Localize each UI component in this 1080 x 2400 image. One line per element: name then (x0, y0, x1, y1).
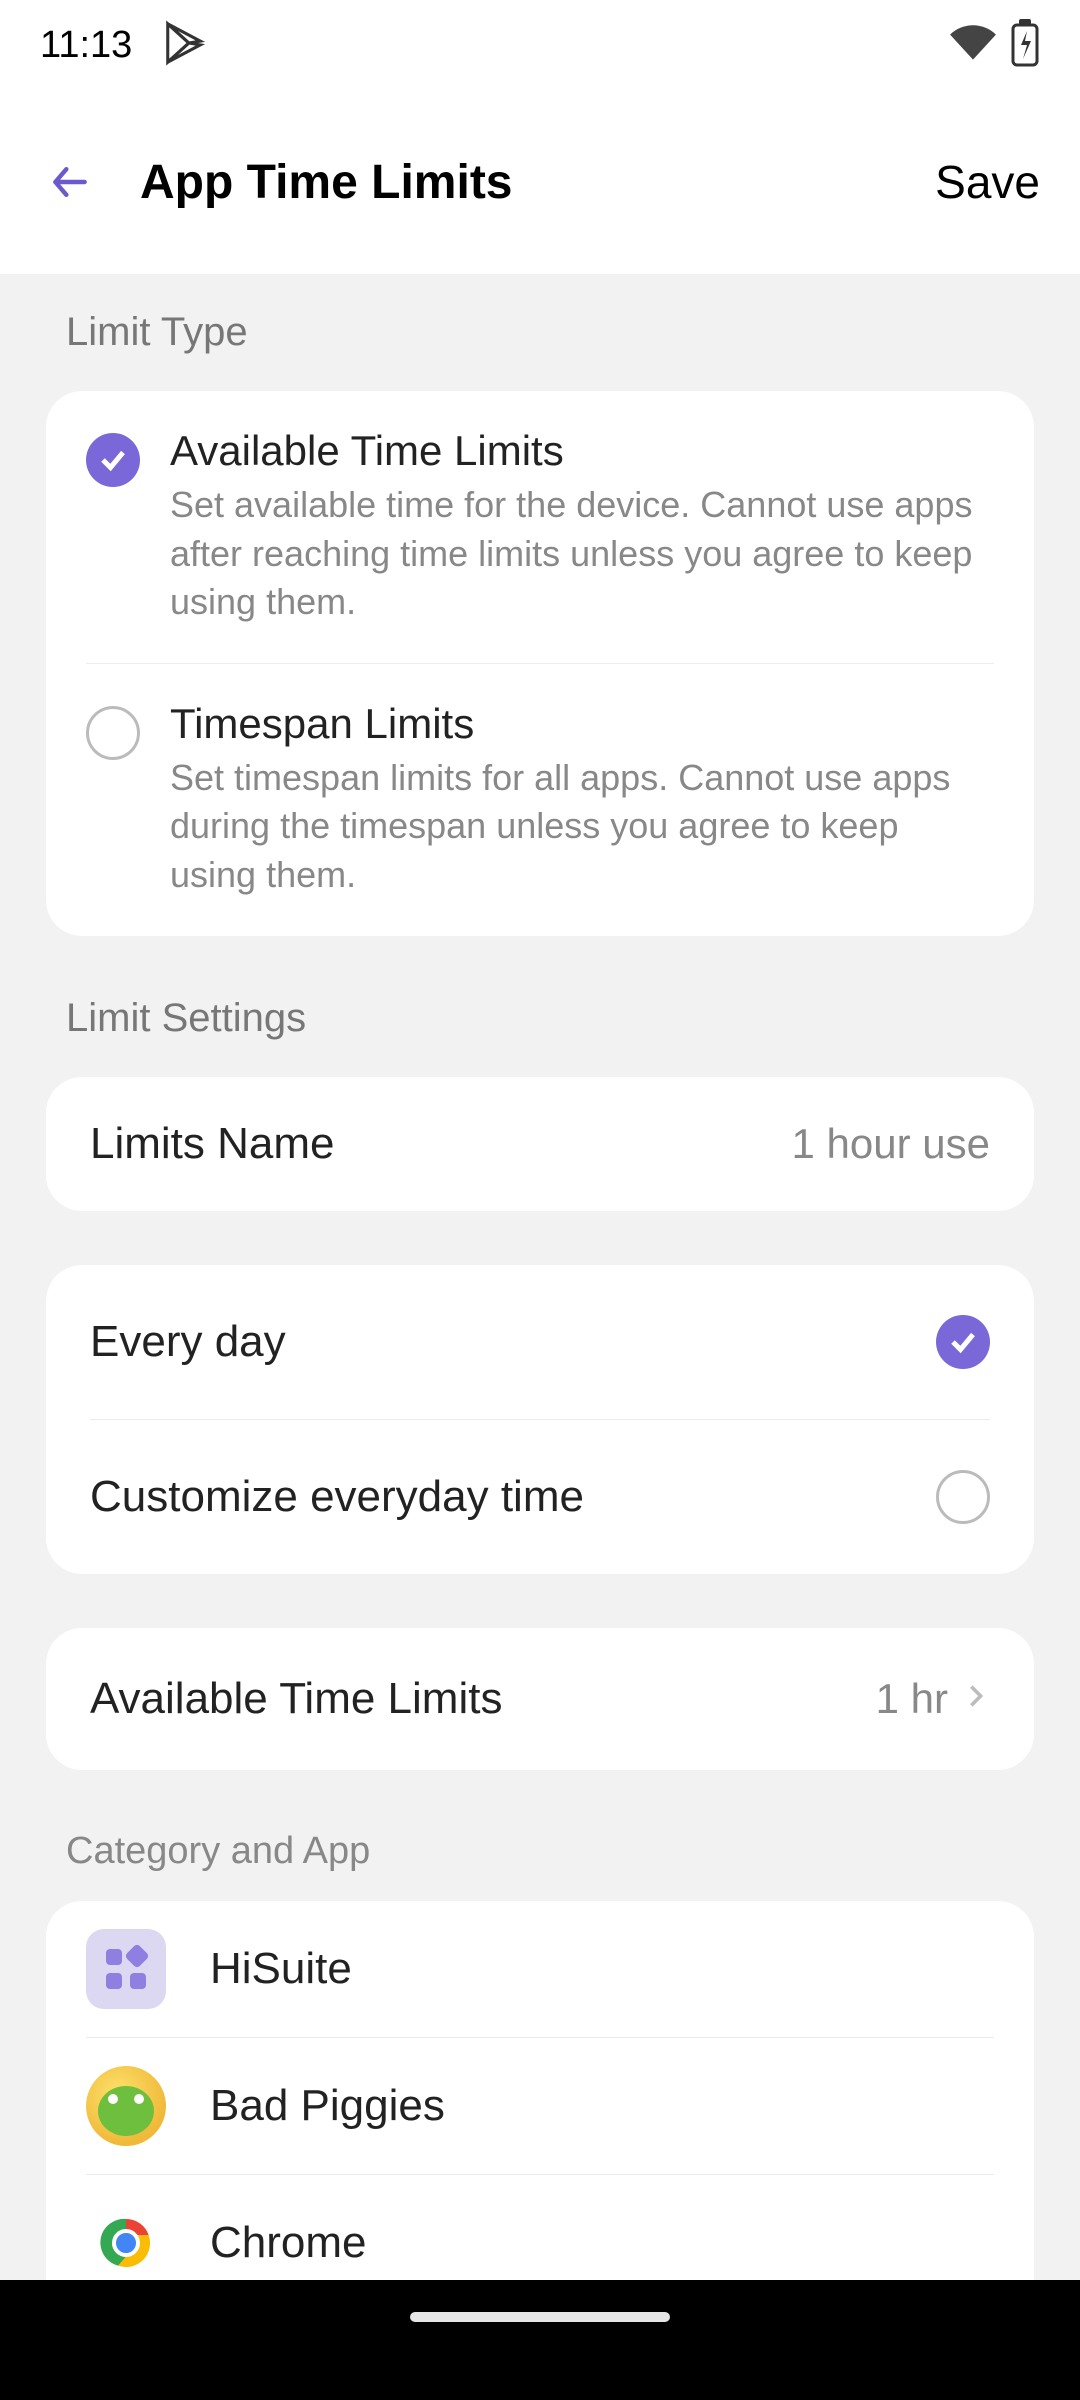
section-label-limit-settings: Limit Settings (46, 996, 1034, 1041)
radio-timespan-limits[interactable]: Timespan Limits Set timespan limits for … (86, 663, 994, 936)
radio-desc: Set timespan limits for all apps. Cannot… (170, 754, 994, 900)
check-off-icon (936, 1470, 990, 1524)
customize-label: Customize everyday time (90, 1472, 584, 1522)
app-name: Bad Piggies (210, 2081, 445, 2131)
gesture-nav-bar (0, 2280, 1080, 2340)
available-value: 1 hr (876, 1675, 948, 1723)
app-name: Chrome (210, 2218, 367, 2268)
play-store-icon (162, 20, 208, 71)
radio-title: Available Time Limits (170, 427, 994, 475)
radio-desc: Set available time for the device. Canno… (170, 481, 994, 627)
page-title: App Time Limits (140, 155, 935, 210)
available-label: Available Time Limits (90, 1674, 502, 1724)
chrome-icon (86, 2203, 166, 2283)
hisuite-icon (86, 1929, 166, 2009)
section-label-category-app: Category and App (46, 1830, 1034, 1873)
radio-checked-icon (86, 433, 140, 487)
radio-available-time-limits[interactable]: Available Time Limits Set available time… (46, 391, 1034, 663)
bad-piggies-icon (86, 2066, 166, 2146)
app-row-bad-piggies[interactable]: Bad Piggies (86, 2037, 994, 2174)
limits-name-card[interactable]: Limits Name 1 hour use (46, 1077, 1034, 1211)
radio-unchecked-icon (86, 706, 140, 760)
radio-title: Timespan Limits (170, 700, 994, 748)
limit-type-card: Available Time Limits Set available time… (46, 391, 1034, 936)
schedule-card: Every day Customize everyday time (46, 1265, 1034, 1574)
limits-name-value: 1 hour use (792, 1120, 990, 1168)
battery-charging-icon (1010, 19, 1040, 72)
available-time-limits-row[interactable]: Available Time Limits 1 hr (46, 1628, 1034, 1770)
save-button[interactable]: Save (935, 155, 1040, 209)
section-label-limit-type: Limit Type (46, 310, 1034, 355)
app-name: HiSuite (210, 1944, 352, 1994)
app-row-hisuite[interactable]: HiSuite (46, 1901, 1034, 2037)
status-time: 11:13 (40, 24, 132, 67)
back-button[interactable] (40, 152, 100, 212)
chevron-right-icon (962, 1682, 990, 1715)
limits-name-label: Limits Name (90, 1119, 335, 1169)
status-bar: 11:13 (0, 0, 1080, 90)
check-on-icon (936, 1315, 990, 1369)
wifi-icon (948, 23, 998, 68)
app-list-card: HiSuite Bad Piggies Chrome Gmail (46, 1901, 1034, 2340)
every-day-label: Every day (90, 1317, 286, 1367)
app-bar: App Time Limits Save (0, 90, 1080, 274)
every-day-row[interactable]: Every day (46, 1265, 1034, 1419)
nav-pill-icon[interactable] (410, 2312, 670, 2322)
customize-everyday-row[interactable]: Customize everyday time (90, 1419, 990, 1574)
